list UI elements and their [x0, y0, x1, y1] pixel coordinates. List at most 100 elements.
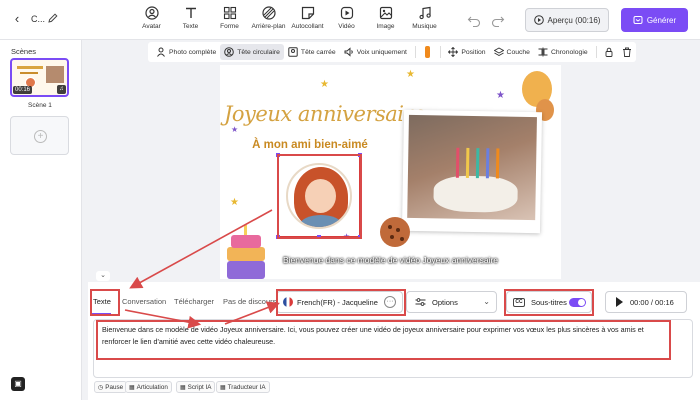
script-text[interactable]: Bienvenue dans ce modèle de vidéo Joyeux… [102, 324, 670, 348]
style-square-head[interactable]: Tête carrée [284, 44, 340, 60]
canvas-title[interactable]: Joyeux anniversaire [224, 102, 426, 126]
project-name[interactable]: C... [31, 14, 45, 24]
tool-label: Musique [412, 23, 437, 30]
avatar-selection[interactable] [276, 153, 362, 239]
france-flag-icon [283, 297, 293, 307]
pause-button[interactable]: ◷ Pause [94, 381, 128, 393]
position-label: Position [461, 48, 486, 56]
scene-thumbnail[interactable]: 00:16 ♫ [10, 58, 69, 97]
text-icon [185, 7, 196, 18]
color-swatch[interactable] [425, 46, 430, 58]
tab-no-speech[interactable]: Pas de discours [223, 297, 276, 306]
tab-text[interactable]: Texte [93, 297, 111, 306]
star-decoration: ★ [231, 125, 239, 134]
style-circle-head[interactable]: Tête circulaire [220, 44, 284, 60]
top-bar: ‹ C... Avatar Texte Forme Arrière-plan A… [0, 0, 700, 40]
avatar[interactable] [286, 163, 352, 229]
voice-icon [344, 47, 353, 57]
playback-time: 00:00 / 00:16 [630, 297, 674, 307]
back-button[interactable]: ‹ [8, 10, 26, 28]
chevron-down-icon: ⌄ [483, 297, 490, 306]
thumb-title [17, 66, 43, 69]
image-icon [379, 6, 392, 20]
tool-video[interactable]: Vidéo [327, 4, 366, 36]
resize-handle[interactable] [358, 153, 362, 157]
chip-label: Script IA [187, 383, 212, 391]
options-dropdown[interactable]: Options ⌄ [406, 291, 497, 313]
thumb-photo [46, 66, 64, 83]
collapse-panel-button[interactable]: ⌄ [96, 271, 110, 281]
tool-music[interactable]: Musique [405, 4, 444, 36]
preview-label: Aperçu (00:16) [547, 15, 601, 25]
more-icon[interactable]: ··· [384, 296, 396, 308]
style-full-photo[interactable]: Photo complète [152, 44, 220, 60]
ai-translator-button[interactable]: ▦ Traducteur IA [216, 381, 270, 393]
canvas-subtitle[interactable]: À mon ami bien-aimé [230, 139, 390, 151]
sliders-icon [415, 298, 426, 306]
tool-text[interactable]: Texte [171, 4, 210, 36]
ai-script-button[interactable]: ▦ Script IA [176, 381, 216, 393]
star-decoration: ★ [406, 69, 415, 80]
tool-image[interactable]: Image [366, 4, 405, 36]
star-decoration: ★ [230, 197, 239, 208]
subtitles-label: Sous-titres [531, 297, 567, 307]
scenes-panel: Scènes 00:16 ♫ Scène 1 + ▣ [0, 40, 82, 400]
resize-handle[interactable] [317, 235, 321, 239]
delete-button[interactable] [618, 44, 636, 60]
play-icon[interactable] [616, 297, 623, 307]
candle [495, 148, 500, 179]
tool-avatar[interactable]: Avatar [132, 4, 171, 36]
redo-icon[interactable] [491, 13, 505, 27]
avatar-style-toolbar: Photo complète Tête circulaire Tête carr… [148, 42, 636, 62]
circle-head-icon [224, 47, 235, 57]
insert-toolbar: Avatar Texte Forme Arrière-plan Autocoll… [132, 4, 444, 36]
cake [433, 175, 518, 213]
articulation-button[interactable]: ▦ Articulation [125, 381, 172, 393]
generate-label: Générer [646, 15, 677, 25]
chip-label: Traducteur IA [227, 383, 266, 391]
generate-button[interactable]: Générer [621, 8, 688, 32]
candle [485, 148, 490, 179]
avatar-icon [144, 6, 159, 20]
inbox-icon[interactable]: ▣ [11, 377, 25, 391]
voice-selector[interactable]: French(FR) - Jacqueline ··· [276, 291, 403, 313]
position-button[interactable]: Position [444, 44, 489, 60]
canvas-caption: Bienvenue dans ce modèle de vidéo Joyeux… [283, 255, 498, 265]
video-canvas[interactable]: ★ ★ ★ ★ ★ ★ Joyeux anniversaire À mon am… [220, 65, 561, 279]
subtitles-toggle[interactable] [569, 298, 586, 307]
chip-label: Pause [105, 383, 124, 391]
tab-upload[interactable]: Télécharger [174, 297, 214, 306]
edit-icon[interactable] [47, 12, 59, 24]
square-head-icon [288, 47, 298, 57]
tool-sticker[interactable]: Autocollant [288, 4, 327, 36]
clock-icon: ◷ [98, 384, 104, 391]
chip-label: Articulation [136, 383, 168, 391]
style-label: Tête circulaire [237, 48, 280, 56]
cake-illustration [227, 225, 265, 279]
music-icon [418, 6, 431, 20]
tool-background[interactable]: Arrière-plan [249, 4, 288, 36]
tool-label: Texte [182, 23, 199, 30]
move-icon [448, 47, 459, 57]
timeline-icon [538, 47, 548, 57]
layer-button[interactable]: Couche [490, 44, 534, 60]
resize-handle[interactable] [276, 235, 280, 239]
tool-label: Avatar [142, 23, 161, 30]
birthday-photo[interactable] [401, 109, 543, 234]
candle [475, 148, 480, 179]
cookie-sticker[interactable] [380, 217, 410, 247]
lock-button[interactable] [600, 44, 618, 60]
style-voice-only[interactable]: Voix uniquement [340, 44, 411, 60]
resize-handle[interactable] [358, 235, 362, 239]
undo-icon[interactable] [467, 13, 481, 27]
add-scene-button[interactable]: + [10, 116, 69, 155]
tab-conversation[interactable]: Conversation [122, 297, 166, 306]
timeline-button[interactable]: Chronologie [534, 44, 592, 60]
preview-button[interactable]: Aperçu (00:16) [525, 8, 609, 32]
playback-control: 00:00 / 00:16 [605, 291, 687, 313]
layers-icon [493, 47, 504, 57]
tool-label: Image [376, 23, 395, 30]
tool-shape[interactable]: Forme [210, 4, 249, 36]
resize-handle[interactable] [276, 153, 280, 157]
star-decoration: ★ [496, 90, 505, 101]
